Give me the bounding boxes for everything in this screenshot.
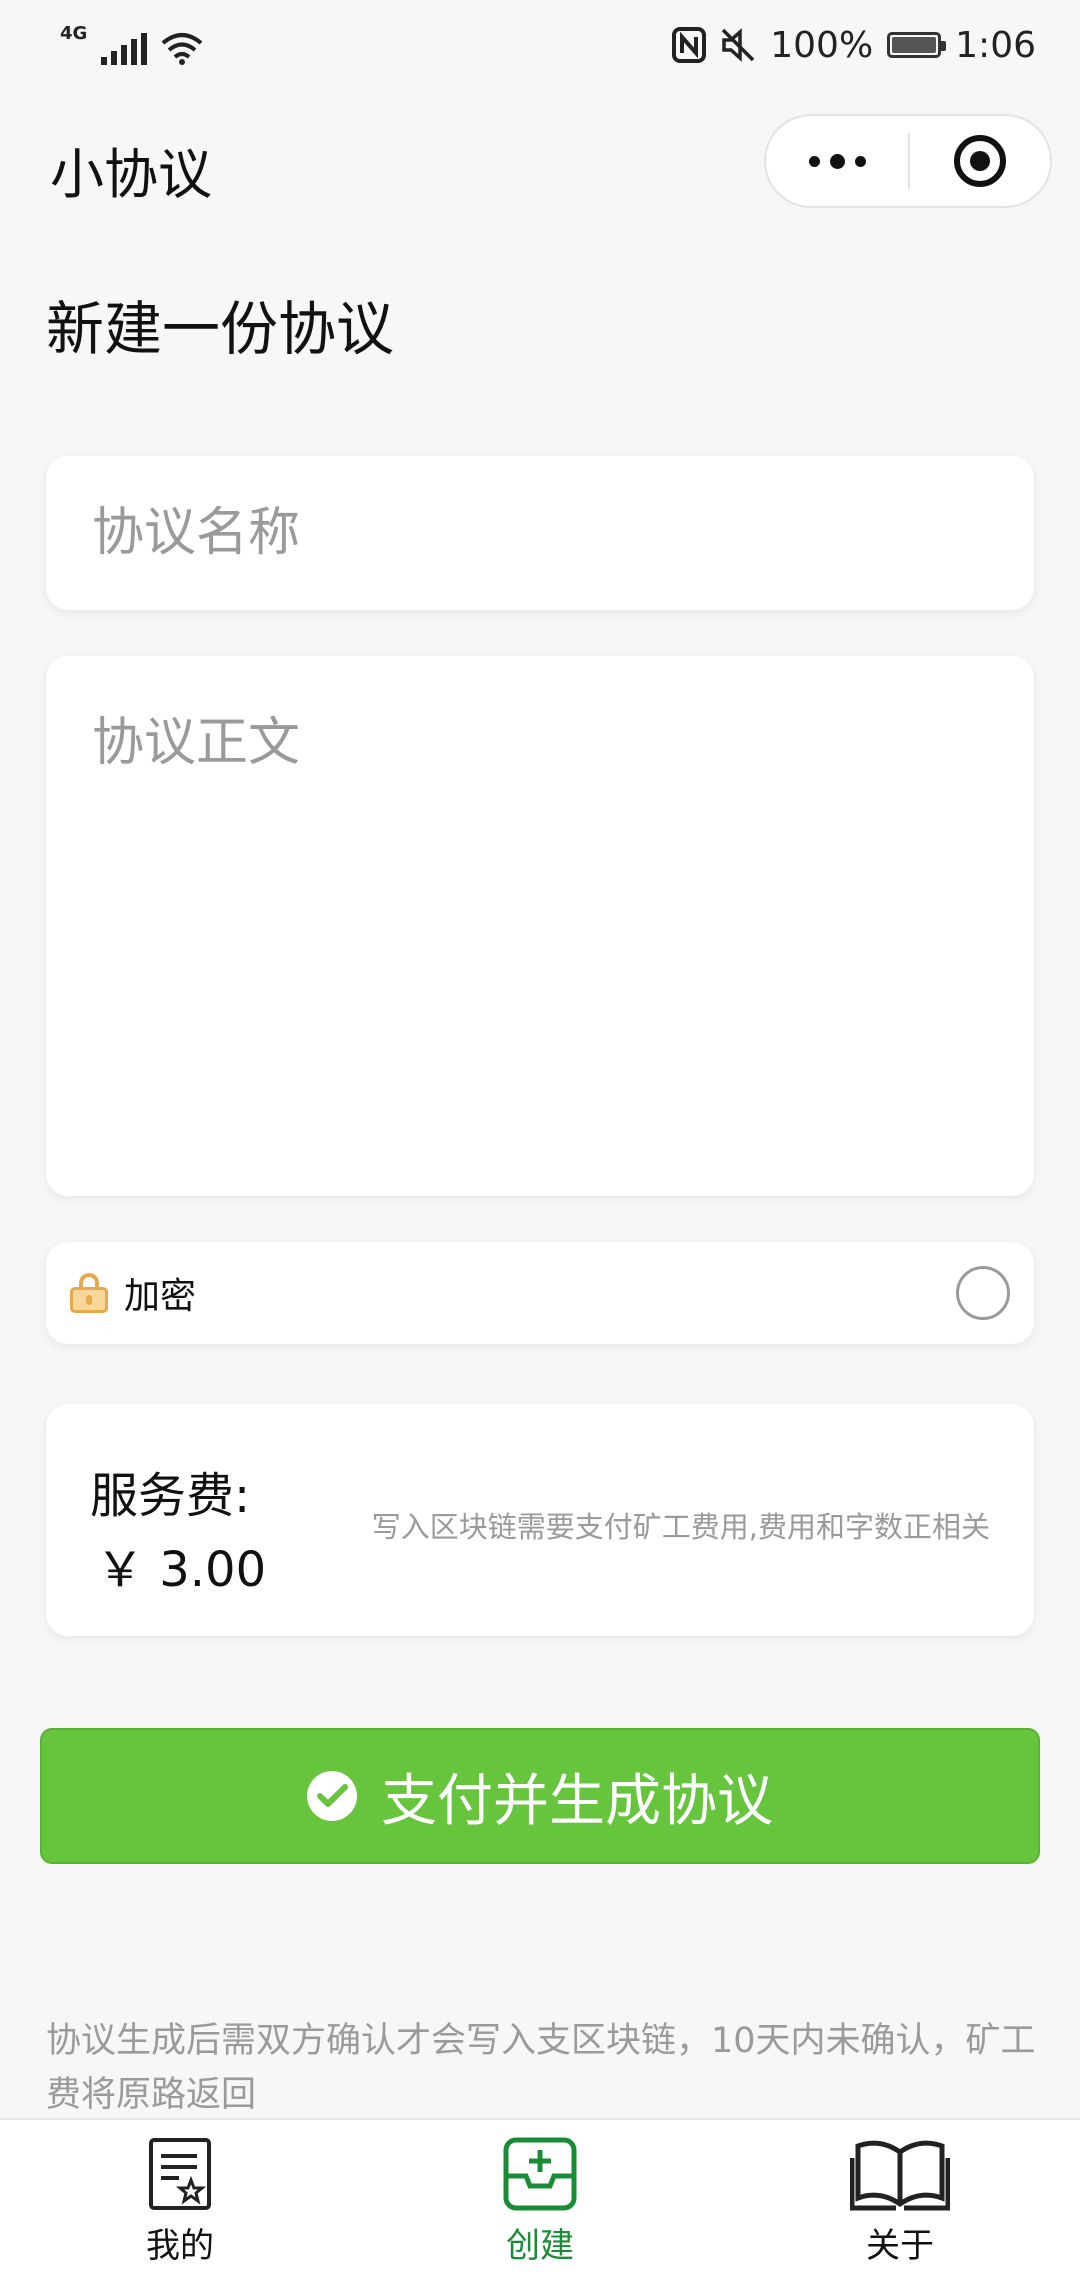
agreement-name-input[interactable] (46, 456, 1034, 610)
app-title: 小协议 (50, 143, 212, 206)
more-dot-icon (808, 155, 820, 167)
tab-about[interactable]: 关于 (720, 2120, 1080, 2280)
status-left: 4G (60, 25, 203, 65)
encrypt-label: 加密 (124, 1276, 197, 1317)
encrypt-row: 加密 (46, 1242, 1034, 1344)
network-type: 4G (60, 23, 88, 44)
status-right: 100% 1:06 (672, 25, 1036, 66)
close-mini-program-button[interactable] (910, 116, 1050, 206)
status-time: 1:06 (955, 24, 1036, 66)
nfc-icon (672, 27, 707, 63)
wifi-icon (162, 33, 203, 65)
page-title: 新建一份协议 (46, 295, 395, 363)
more-dot-icon (829, 153, 845, 169)
nav-bar: 小协议 (0, 100, 1080, 230)
tab-mine[interactable]: 我的 (0, 2120, 360, 2280)
agreement-body-card (46, 656, 1034, 1196)
tab-about-label: 关于 (866, 2226, 934, 2266)
service-fee-label: 服务费: (90, 1468, 251, 1524)
add-tray-icon (503, 2137, 577, 2211)
battery-percent: 100% (770, 24, 874, 66)
more-button[interactable] (766, 116, 908, 206)
footer-note: 协议生成后需双方确认才会写入支区块链，10天内未确认，矿工费将原路返回 (46, 2021, 1036, 2115)
lock-icon (70, 1273, 108, 1313)
tab-bar: 我的 创建 关于 (0, 2118, 1080, 2280)
tab-mine-label: 我的 (146, 2226, 214, 2266)
agreement-name-card (46, 456, 1034, 610)
battery-icon (887, 32, 947, 58)
status-bar: 4G 100% 1:06 (0, 0, 1080, 90)
mini-program-capsule (764, 114, 1052, 208)
pay-and-generate-button[interactable]: 支付并生成协议 (40, 1728, 1040, 1864)
tab-create-label: 创建 (506, 2226, 574, 2266)
target-icon (954, 135, 1006, 187)
wechat-pay-icon (307, 1771, 357, 1821)
tab-create[interactable]: 创建 (360, 2120, 720, 2280)
agreement-body-textarea[interactable] (46, 656, 1034, 1196)
more-dot-icon (854, 155, 866, 167)
mute-icon (721, 28, 755, 62)
document-star-icon (149, 2138, 211, 2210)
encrypt-radio[interactable] (956, 1266, 1010, 1320)
service-fee-amount: ￥ 3.00 (96, 1542, 267, 1598)
service-fee-card: 服务费: ￥ 3.00 写入区块链需要支付矿工费用,费用和字数正相关 (46, 1404, 1034, 1636)
pay-button-label: 支付并生成协议 (381, 1768, 773, 1834)
book-icon (850, 2140, 950, 2211)
service-fee-note: 写入区块链需要支付矿工费用,费用和字数正相关 (371, 1510, 990, 1544)
signal-icon (101, 33, 148, 65)
